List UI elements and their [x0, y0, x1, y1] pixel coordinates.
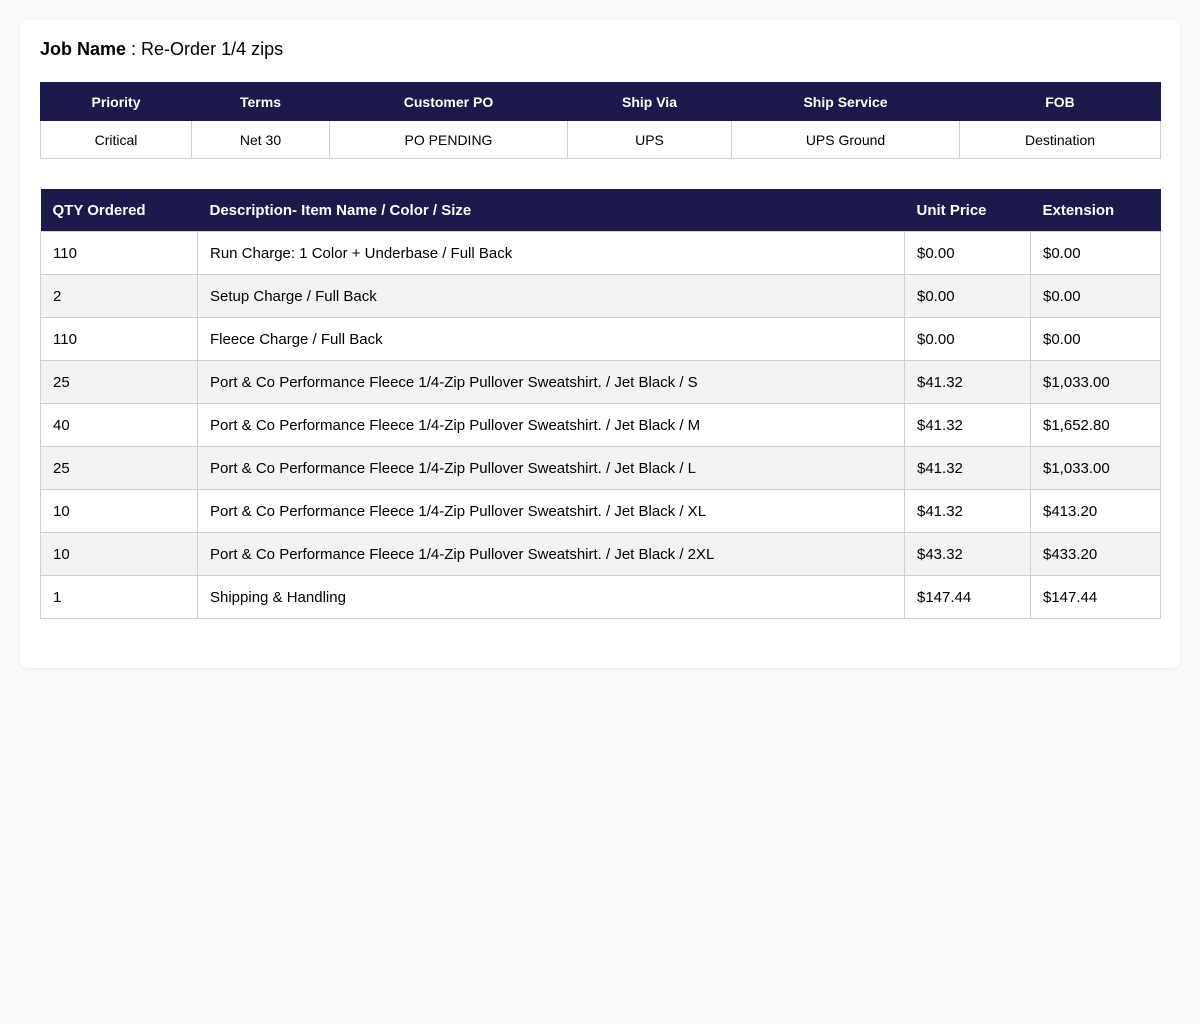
table-row: 2 Setup Charge / Full Back $0.00 $0.00 — [40, 274, 1161, 318]
table-row: 10 Port & Co Performance Fleece 1/4-Zip … — [40, 532, 1161, 576]
extension-cell: $1,033.00 — [1030, 446, 1161, 490]
fob-value: Destination — [959, 120, 1161, 159]
ship-service-header: Ship Service — [731, 82, 960, 121]
qty-cell: 25 — [40, 360, 198, 404]
unit-price-cell: $147.44 — [904, 575, 1031, 619]
qty-cell: 2 — [40, 274, 198, 318]
extension-cell: $413.20 — [1030, 489, 1161, 533]
extension-cell: $147.44 — [1030, 575, 1161, 619]
customer-po-value: PO PENDING — [329, 120, 568, 159]
description-cell: Port & Co Performance Fleece 1/4-Zip Pul… — [197, 532, 905, 576]
qty-cell: 25 — [40, 446, 198, 490]
job-name-label: Job Name — [40, 39, 127, 59]
table-row: 110 Fleece Charge / Full Back $0.00 $0.0… — [40, 317, 1161, 361]
ship-service-value: UPS Ground — [731, 120, 960, 159]
qty-cell: 110 — [40, 231, 198, 275]
qty-ordered-header: QTY Ordered — [40, 189, 198, 232]
extension-cell: $0.00 — [1030, 274, 1161, 318]
unit-price-cell: $0.00 — [904, 317, 1031, 361]
qty-cell: 1 — [40, 575, 198, 619]
description-cell: Port & Co Performance Fleece 1/4-Zip Pul… — [197, 446, 905, 490]
fob-header: FOB — [959, 82, 1161, 121]
extension-cell: $1,652.80 — [1030, 403, 1161, 447]
job-card: Job Name : Re-Order 1/4 zips Priority Te… — [20, 20, 1180, 668]
terms-header: Terms — [191, 82, 330, 121]
unit-price-cell: $0.00 — [904, 231, 1031, 275]
line-items-table: QTY Ordered Description- Item Name / Col… — [40, 189, 1161, 619]
qty-cell: 40 — [40, 403, 198, 447]
table-row: 110 Run Charge: 1 Color + Underbase / Fu… — [40, 231, 1161, 275]
extension-cell: $0.00 — [1030, 231, 1161, 275]
table-row: 40 Port & Co Performance Fleece 1/4-Zip … — [40, 403, 1161, 447]
unit-price-cell: $41.32 — [904, 360, 1031, 404]
order-info-header-row: Priority Terms Customer PO Ship Via Ship… — [40, 82, 1161, 121]
priority-value: Critical — [40, 120, 192, 159]
unit-price-header: Unit Price — [904, 189, 1031, 232]
order-info-values-row: Critical Net 30 PO PENDING UPS UPS Groun… — [40, 120, 1161, 159]
description-cell: Shipping & Handling — [197, 575, 905, 619]
job-name-line: Job Name : Re-Order 1/4 zips — [40, 38, 1160, 60]
terms-value: Net 30 — [191, 120, 330, 159]
table-row: 10 Port & Co Performance Fleece 1/4-Zip … — [40, 489, 1161, 533]
qty-cell: 10 — [40, 532, 198, 576]
description-cell: Port & Co Performance Fleece 1/4-Zip Pul… — [197, 360, 905, 404]
description-header: Description- Item Name / Color / Size — [197, 189, 905, 232]
ship-via-header: Ship Via — [567, 82, 732, 121]
job-name-separator: : — [126, 39, 142, 59]
description-cell: Run Charge: 1 Color + Underbase / Full B… — [197, 231, 905, 275]
unit-price-cell: $0.00 — [904, 274, 1031, 318]
extension-header: Extension — [1030, 189, 1161, 232]
unit-price-cell: $41.32 — [904, 446, 1031, 490]
unit-price-cell: $41.32 — [904, 489, 1031, 533]
extension-cell: $433.20 — [1030, 532, 1161, 576]
description-cell: Port & Co Performance Fleece 1/4-Zip Pul… — [197, 403, 905, 447]
table-row: 25 Port & Co Performance Fleece 1/4-Zip … — [40, 360, 1161, 404]
description-cell: Fleece Charge / Full Back — [197, 317, 905, 361]
priority-header: Priority — [40, 82, 192, 121]
qty-cell: 10 — [40, 489, 198, 533]
qty-cell: 110 — [40, 317, 198, 361]
customer-po-header: Customer PO — [329, 82, 568, 121]
table-row: 25 Port & Co Performance Fleece 1/4-Zip … — [40, 446, 1161, 490]
unit-price-cell: $41.32 — [904, 403, 1031, 447]
description-cell: Setup Charge / Full Back — [197, 274, 905, 318]
table-row: 1 Shipping & Handling $147.44 $147.44 — [40, 575, 1161, 619]
extension-cell: $1,033.00 — [1030, 360, 1161, 404]
ship-via-value: UPS — [567, 120, 732, 159]
extension-cell: $0.00 — [1030, 317, 1161, 361]
order-info-table: Priority Terms Customer PO Ship Via Ship… — [40, 82, 1161, 159]
unit-price-cell: $43.32 — [904, 532, 1031, 576]
line-items-header-row: QTY Ordered Description- Item Name / Col… — [40, 189, 1161, 232]
job-name-value: Re-Order 1/4 zips — [141, 39, 284, 59]
description-cell: Port & Co Performance Fleece 1/4-Zip Pul… — [197, 489, 905, 533]
